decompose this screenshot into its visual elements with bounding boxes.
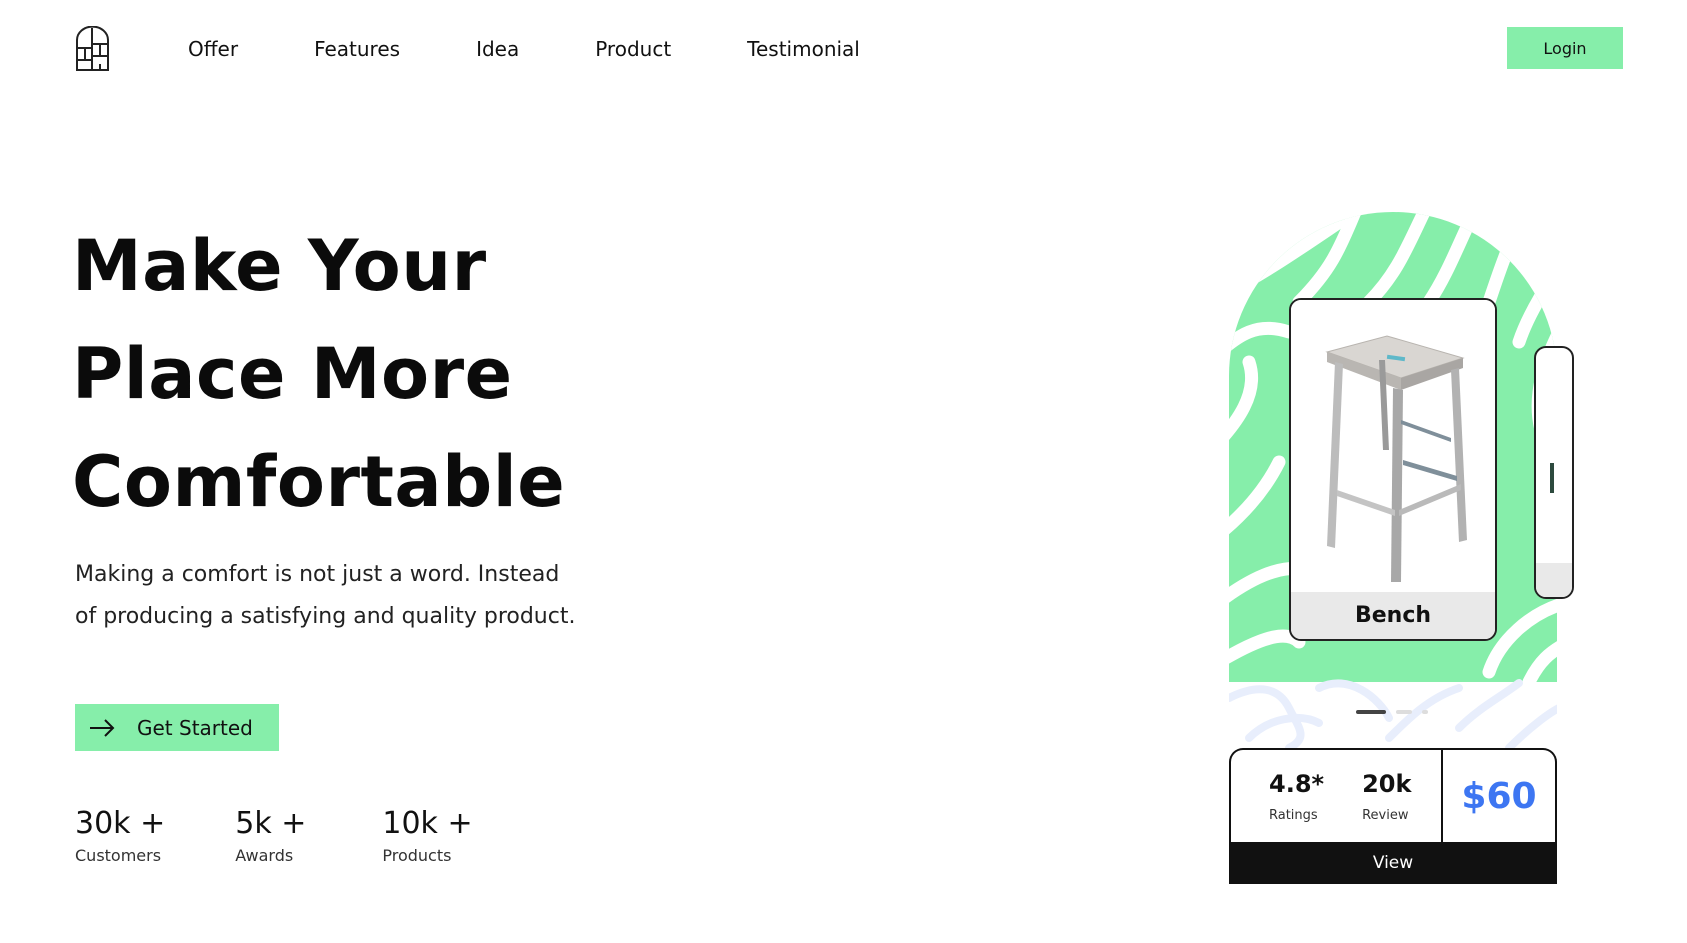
hero-title-line-1: Make Your [72, 225, 487, 307]
hero-title-line-3: Comfortable [72, 441, 566, 523]
nav-item-idea[interactable]: Idea [476, 37, 519, 61]
product-info-panel: 4.8* Ratings 20k Review $60 [1229, 748, 1557, 842]
stat-label: Products [382, 846, 452, 865]
product-image [1291, 300, 1495, 594]
hero-subtitle-line-2: of producing a satisfying and quality pr… [75, 604, 576, 629]
view-button[interactable]: View [1229, 842, 1557, 884]
get-started-button[interactable]: Get Started [75, 704, 279, 751]
stat-value: 30k + [75, 806, 166, 841]
nav-item-testimonial[interactable]: Testimonial [747, 37, 860, 61]
product-name: Bench [1291, 592, 1495, 639]
stat-value: 5k + [235, 806, 307, 841]
nav-item-product[interactable]: Product [595, 37, 671, 61]
bar-stool-image [1325, 335, 1467, 582]
product-price: $60 [1461, 775, 1537, 817]
product-card[interactable]: Bench [1289, 298, 1497, 641]
stat-label: Customers [75, 846, 162, 865]
metric-reviews: 20k Review [1362, 770, 1411, 842]
product-metrics: 4.8* Ratings 20k Review [1231, 750, 1443, 842]
metric-ratings: 4.8* Ratings [1269, 770, 1324, 842]
stats-row: 30k + Customers 5k + Awards 10k + Produc… [75, 806, 543, 865]
login-button[interactable]: Login [1507, 27, 1623, 69]
stat-value: 10k + [382, 806, 473, 841]
carousel-dot-3[interactable] [1422, 710, 1428, 714]
rating-label: Ratings [1269, 808, 1318, 823]
stat-label: Awards [235, 846, 294, 865]
stat-customers: 30k + Customers [75, 806, 165, 865]
next-product-image-fragment [1550, 463, 1554, 493]
hero-title-line-2: Place More [72, 333, 513, 415]
review-value: 20k [1362, 770, 1412, 798]
carousel-dot-2[interactable] [1396, 710, 1412, 714]
carousel-dot-1[interactable] [1356, 710, 1386, 714]
main-nav: Offer Features Idea Product Testimonial [188, 34, 936, 64]
next-product-card-peek[interactable] [1534, 346, 1574, 599]
stat-awards: 5k + Awards [235, 806, 306, 865]
rating-value: 4.8* [1269, 770, 1325, 798]
nav-item-offer[interactable]: Offer [188, 37, 238, 61]
get-started-label: Get Started [137, 715, 253, 740]
hero-title: Make Your Place More Comfortable [72, 212, 565, 536]
logo-icon[interactable] [75, 26, 110, 71]
product-showcase: Bench 4.8* Ratings 20k Review $60 View [1229, 212, 1574, 892]
carousel-indicator [1356, 710, 1438, 714]
arrow-right-icon [90, 718, 115, 737]
review-label: Review [1362, 808, 1409, 823]
stat-products: 10k + Products [382, 806, 472, 865]
hero-subtitle: Making a comfort is not just a word. Ins… [75, 554, 635, 638]
next-product-name-bar [1536, 563, 1572, 597]
nav-item-features[interactable]: Features [314, 37, 400, 61]
hero-subtitle-line-1: Making a comfort is not just a word. Ins… [75, 562, 560, 587]
